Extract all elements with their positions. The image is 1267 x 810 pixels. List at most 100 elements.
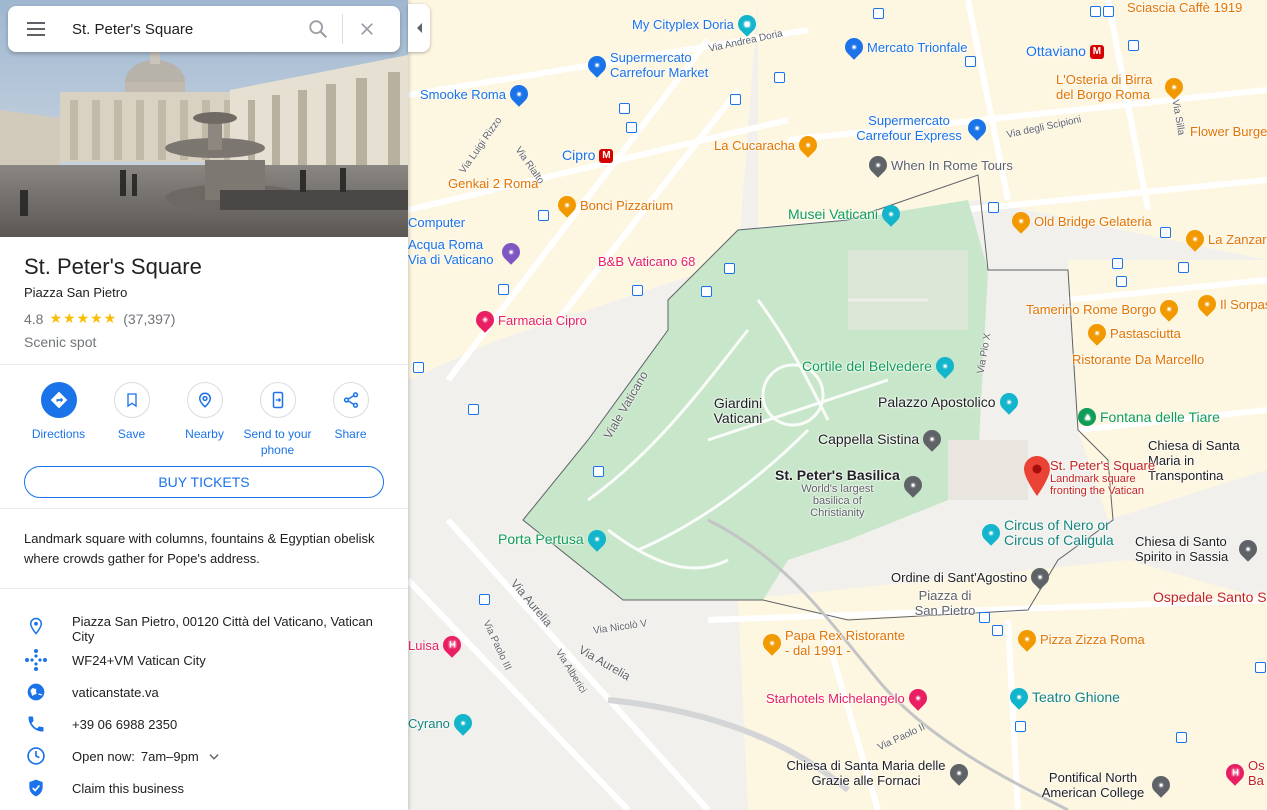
bus-stop-icon[interactable] (979, 612, 990, 623)
poi-acqua-roma[interactable]: Acqua Roma Via di Vaticano ▪ (408, 237, 524, 267)
poi-os-ba[interactable]: H Os Ba (1222, 758, 1267, 788)
poi-cortile-belvedere[interactable]: Cortile del Belvedere ▪ (802, 353, 958, 379)
bus-stop-icon[interactable] (1116, 276, 1127, 287)
menu-button[interactable] (8, 6, 64, 52)
poi-cipro[interactable]: Cipro M (562, 148, 614, 163)
poi-il-sorpasso[interactable]: ▪Il Sorpasso (1194, 291, 1267, 317)
poi-flower-burger[interactable]: Flower Burger (1190, 124, 1267, 139)
poi-ospedale[interactable]: Ospedale Santo Spirito (1153, 590, 1267, 605)
bus-stop-icon[interactable] (619, 103, 630, 114)
bus-stop-icon[interactable] (1090, 6, 1101, 17)
bus-stop-icon[interactable] (1255, 662, 1266, 673)
poi-la-zanzara[interactable]: ▪La Zanzara (1182, 226, 1267, 252)
bus-stop-icon[interactable] (1178, 262, 1189, 273)
poi-santa-maria-fornaci[interactable]: Chiesa di Santa Maria delle Grazie alle … (786, 758, 972, 788)
poi-sciascia[interactable]: Sciascia Caffè 1919 (1127, 0, 1242, 15)
directions-button[interactable]: Directions (22, 382, 95, 458)
share-button[interactable]: Share (314, 382, 387, 458)
bus-stop-icon[interactable] (1103, 6, 1114, 17)
poi-osteria-birra[interactable]: L'Osteria di Birra del Borgo Roma ▪ (1056, 72, 1187, 102)
hours-row[interactable]: Open now: 7am–9pm (0, 744, 408, 768)
poi-ottaviano[interactable]: Ottaviano M (1026, 44, 1104, 59)
poi-circus-nero[interactable]: ▪ Circus of Nero or Circus of Caligula (978, 518, 1114, 548)
poi-giardini-vaticani[interactable]: Giardini Vaticani (708, 396, 768, 426)
poi-carrefour-market[interactable]: ▪ Supermercato Carrefour Market (584, 50, 740, 80)
poi-old-bridge-gelateria[interactable]: ▪ Old Bridge Gelateria (1008, 208, 1152, 234)
bus-stop-icon[interactable] (468, 404, 479, 415)
poi-piazza-di-san-pietro[interactable]: Piazza di San Pietro (910, 588, 980, 618)
poi-carrefour-express[interactable]: Supermercato Carrefour Express ▪ (854, 113, 990, 143)
poi-porta-pertusa[interactable]: Porta Pertusa ▪ (498, 526, 610, 552)
address-row[interactable]: Piazza San Pietro, 00120 Città del Vatic… (0, 610, 408, 644)
map-canvas[interactable]: Via Andrea Doria Via degli Scipioni Via … (408, 0, 1267, 810)
poi-santa-maria-transpontina[interactable]: Chiesa di Santa Maria in Transpontina (1148, 438, 1263, 483)
bus-stop-icon[interactable] (626, 122, 637, 133)
plus-code-row[interactable]: WF24+VM Vatican City (0, 648, 408, 672)
bus-stop-icon[interactable] (538, 210, 549, 221)
poi-smooke-roma[interactable]: Smooke Roma ▪ (420, 81, 532, 107)
selected-place-pin-icon[interactable] (1024, 456, 1050, 501)
website-text[interactable]: vaticanstate.va (72, 685, 392, 700)
bus-stop-icon[interactable] (413, 362, 424, 373)
poi-computer[interactable]: Computer (408, 215, 465, 230)
bus-stop-icon[interactable] (479, 594, 490, 605)
poi-fontana-tiare[interactable]: ▲ Fontana delle Tiare (1074, 404, 1220, 430)
poi-da-marcello[interactable]: Ristorante Da Marcello (1072, 352, 1204, 367)
poi-bb-vaticano-68[interactable]: B&B Vaticano 68 (598, 254, 695, 269)
claim-business-row[interactable]: Claim this business (0, 776, 408, 800)
poi-mercato-trionfale[interactable]: ▪ Mercato Trionfale (841, 34, 967, 60)
poi-starhotels[interactable]: Starhotels Michelangelo ▪ (766, 685, 931, 711)
poi-la-cucaracha[interactable]: La Cucaracha ▪ (714, 132, 821, 158)
phone-row[interactable]: +39 06 6988 2350 (0, 712, 408, 736)
poi-cyrano[interactable]: Cyrano ▪ (408, 710, 476, 736)
clear-search-button[interactable] (343, 6, 391, 52)
poi-st-peters-basilica[interactable]: St. Peter's Basilica World's largest basi… (775, 468, 926, 519)
bus-stop-icon[interactable] (1128, 40, 1139, 51)
buy-tickets-button[interactable]: BUY TICKETS (24, 466, 384, 498)
bus-stop-icon[interactable] (1176, 732, 1187, 743)
rating-row[interactable]: 4.8 ★★★★★ (37,397) (24, 310, 394, 327)
poi-genkai[interactable]: Genkai 2 Roma (448, 176, 538, 191)
poi-pastasciutta[interactable]: ▪ Pastasciutta (1084, 320, 1181, 346)
bus-stop-icon[interactable] (724, 263, 735, 274)
bus-stop-icon[interactable] (632, 285, 643, 296)
review-count[interactable]: (37,397) (123, 311, 175, 327)
bus-stop-icon[interactable] (1015, 721, 1026, 732)
website-row[interactable]: vaticanstate.va (0, 680, 408, 704)
chevron-down-icon[interactable] (207, 750, 221, 764)
poi-tamerino[interactable]: Tamerino Rome Borgo ▪ (1026, 296, 1182, 322)
bus-stop-icon[interactable] (965, 56, 976, 67)
place-category[interactable]: Scenic spot (24, 334, 394, 350)
poi-cappella-sistina[interactable]: Cappella Sistina ▪ (818, 426, 945, 452)
poi-my-cityplex-doria[interactable]: My Cityplex Doria ■ (632, 11, 760, 37)
poi-pontifical-college[interactable]: Pontifical North American College ▪ (1038, 770, 1174, 800)
bus-stop-icon[interactable] (873, 8, 884, 19)
bus-stop-icon[interactable] (498, 284, 509, 295)
collapse-panel-button[interactable] (408, 4, 430, 52)
bus-stop-icon[interactable] (988, 202, 999, 213)
poi-palazzo-apostolico[interactable]: Palazzo Apostolico ▪ (878, 389, 1022, 415)
poi-santo-spirito-sassia[interactable]: Chiesa di Santo Spirito in Sassia ▪ (1135, 534, 1261, 564)
send-to-phone-button[interactable]: Send to your phone (241, 382, 314, 458)
bus-stop-icon[interactable] (701, 286, 712, 297)
nearby-button[interactable]: Nearby (168, 382, 241, 458)
search-input[interactable] (64, 14, 294, 44)
poi-luisa[interactable]: Luisa H (408, 632, 465, 658)
bus-stop-icon[interactable] (1112, 258, 1123, 269)
bus-stop-icon[interactable] (774, 72, 785, 83)
save-button[interactable]: Save (95, 382, 168, 458)
search-button[interactable] (294, 6, 342, 52)
poi-pizza-zizza[interactable]: ▪ Pizza Zizza Roma (1014, 626, 1145, 652)
bus-stop-icon[interactable] (1160, 227, 1171, 238)
poi-when-in-rome-tours[interactable]: ▪ When In Rome Tours (865, 152, 1013, 178)
poi-bonci-pizzarium[interactable]: ▪ Bonci Pizzarium (554, 192, 673, 218)
bus-stop-icon[interactable] (593, 466, 604, 477)
bus-stop-icon[interactable] (730, 94, 741, 105)
bus-stop-icon[interactable] (992, 625, 1003, 636)
poi-ordine-agostino[interactable]: Ordine di Sant'Agostino ▪ (891, 564, 1053, 590)
poi-teatro-ghione[interactable]: ▪ Teatro Ghione (1006, 684, 1120, 710)
poi-st-peters-square[interactable]: St. Peter's Square Landmark square front… (1050, 458, 1155, 497)
poi-papa-rex[interactable]: ▪ Papa Rex Ristorante - dal 1991 - (759, 628, 910, 658)
poi-musei-vaticani[interactable]: Musei Vaticani ▪ (788, 201, 904, 227)
poi-farmacia-cipro[interactable]: + Farmacia Cipro (472, 307, 587, 333)
